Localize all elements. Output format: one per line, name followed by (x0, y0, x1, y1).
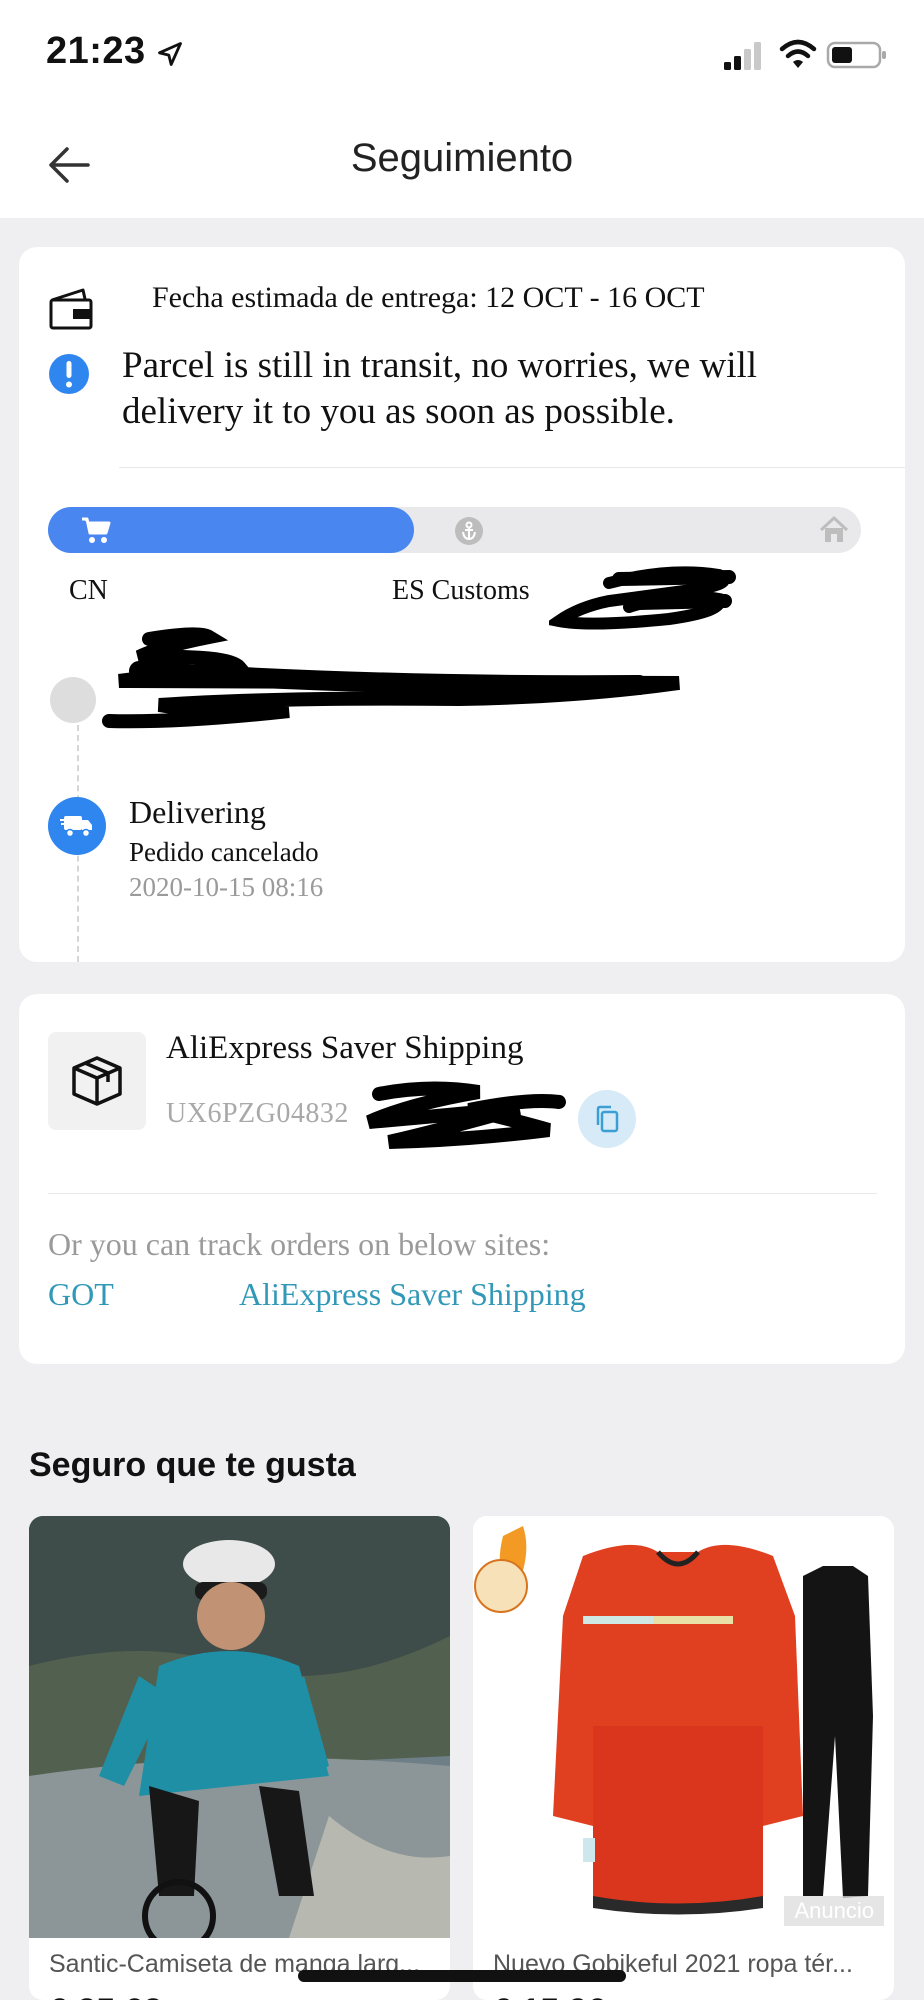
tracking-number: UX6PZG04832 (166, 1098, 349, 1129)
copy-tracking-button[interactable] (578, 1090, 636, 1148)
ad-badge: Anuncio (784, 1896, 884, 1926)
anchor-icon (455, 517, 483, 545)
product-card[interactable]: Anuncio Nuevo Gobikeful 2021 ropa tér...… (473, 1516, 894, 2000)
event-timestamp: 2020-10-15 08:16 (129, 872, 324, 902)
status-bar: 21:23 (0, 0, 924, 110)
status-time: 21:23 (46, 30, 146, 72)
page-title: Seguimiento (350, 136, 574, 180)
divider (48, 1193, 877, 1194)
carrier-name: AliExpress Saver Shipping (166, 1030, 524, 1066)
tracking-card: Fecha estimada de entrega: 12 OCT - 16 O… (19, 247, 905, 962)
cart-icon (82, 517, 111, 543)
recommendations-title: Seguro que te gusta (29, 1446, 356, 1484)
redaction-scribble (366, 1081, 566, 1149)
info-icon (49, 354, 89, 394)
home-icon (819, 516, 849, 542)
home-indicator[interactable] (298, 1970, 626, 1982)
product-price: € 25,62 (49, 1992, 162, 2000)
redaction-scribble (102, 627, 680, 729)
package-tile (48, 1032, 146, 1130)
truck-icon (60, 816, 92, 838)
transit-message: Parcel is still in transit, no worries, … (122, 345, 758, 432)
copy-icon (596, 1105, 619, 1133)
product-card[interactable]: Santic-Camiseta de manga larg... € 25,62 (29, 1516, 450, 2000)
stage-customs-label: ES Customs (392, 575, 530, 606)
estimated-delivery: Fecha estimada de entrega: 12 OCT - 16 O… (152, 281, 705, 314)
wifi-icon (779, 39, 817, 68)
cellular-signal-icon (724, 42, 761, 70)
product-image-jersey[interactable] (473, 1516, 894, 1938)
shipping-card: AliExpress Saver Shipping UX6PZG04832 Or… (19, 994, 905, 1364)
track-sites-hint: Or you can track orders on below sites: (48, 1226, 551, 1262)
divider (119, 467, 905, 468)
product-price: € 15,96 (493, 1992, 606, 2000)
site-link-got[interactable]: GOT (48, 1276, 114, 1313)
wallet-icon (49, 288, 93, 330)
event-description: Pedido cancelado (129, 837, 319, 867)
event-title: Delivering (129, 794, 266, 830)
battery-icon (826, 41, 886, 69)
package-box-icon (72, 1056, 122, 1106)
delivery-status-icon (48, 797, 106, 855)
site-link-aliexpress[interactable]: AliExpress Saver Shipping (239, 1276, 586, 1313)
stage-origin-label: CN (69, 575, 108, 606)
product-image-cyclist[interactable] (29, 1516, 450, 1938)
location-arrow-icon (158, 42, 182, 66)
shipping-progress-bar (48, 507, 861, 553)
nav-bar: Seguimiento (0, 110, 924, 218)
